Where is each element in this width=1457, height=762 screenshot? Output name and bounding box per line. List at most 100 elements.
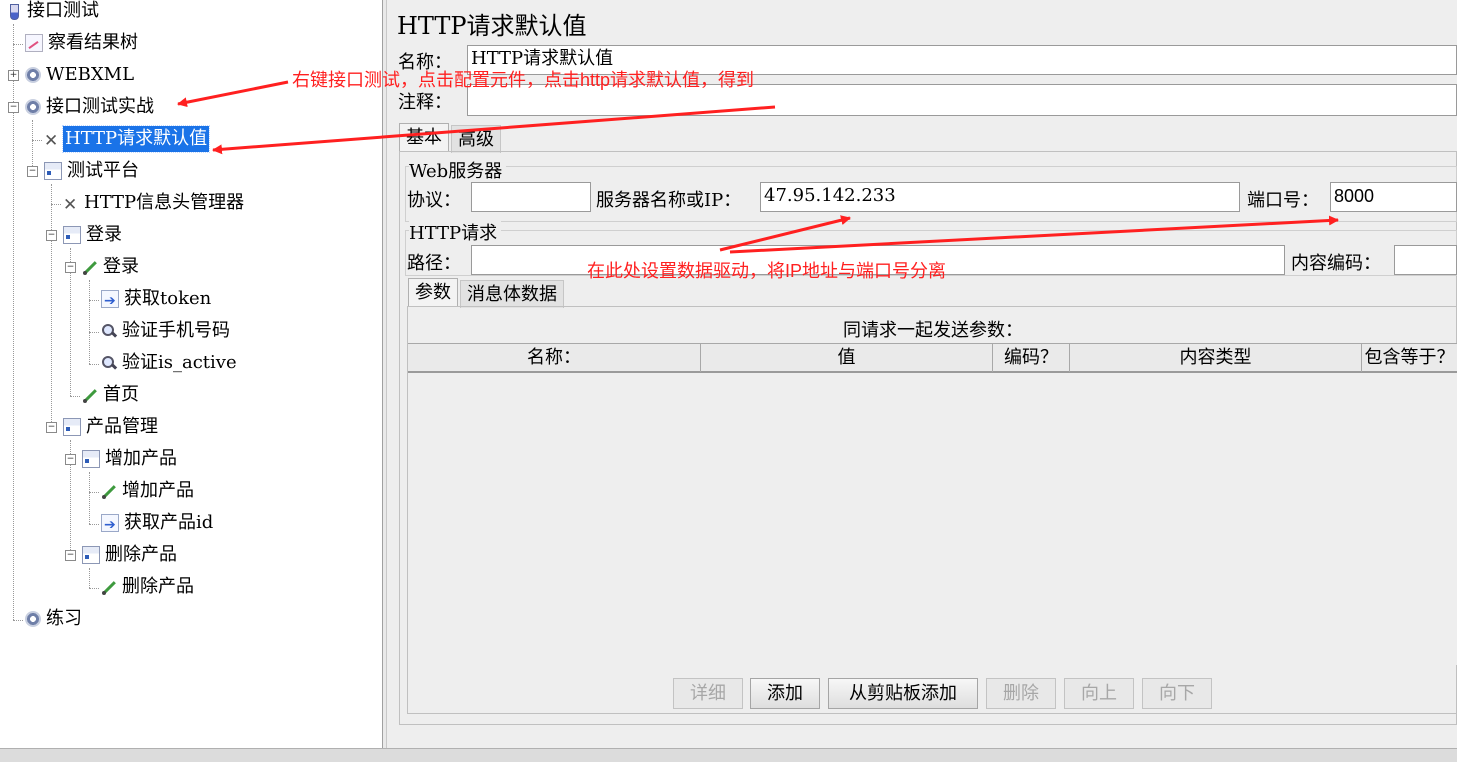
server-ip-field[interactable]: 47.95.142.233: [760, 182, 1240, 212]
protocol-field[interactable]: [471, 182, 591, 212]
tree-connector: [89, 568, 90, 588]
tree-node-label: 获取token: [124, 288, 212, 309]
tree-connector: [89, 524, 99, 525]
tree-node-get-product-id[interactable]: 获取产品id: [101, 510, 215, 538]
pipette-icon: [82, 387, 98, 403]
tree-node-view-results-tree[interactable]: 察看结果树: [25, 30, 140, 56]
tree-node-test-platform[interactable]: 测试平台: [44, 158, 141, 184]
column-header-value[interactable]: 值: [701, 344, 993, 372]
magnifier-icon: [101, 355, 117, 371]
thread-group-icon: [44, 162, 62, 180]
details-button[interactable]: 详细: [673, 678, 743, 709]
tree-node-webxml[interactable]: WEBXML: [25, 62, 136, 88]
annotation-note-data-driven: 在此处设置数据驱动，将IP地址与端口号分离: [587, 261, 947, 281]
tree-connector: [13, 44, 23, 45]
config-panel: HTTP请求默认值 名称： HTTP请求默认值 注释： 基本 高级 Web服务器…: [387, 0, 1457, 748]
tree-connector: [89, 280, 90, 364]
column-header-content-type[interactable]: 内容类型: [1070, 344, 1362, 372]
tree-node-verify-phone[interactable]: 验证手机号码: [101, 318, 232, 344]
tree-connector: [89, 472, 90, 524]
tree-node-delete-product-group[interactable]: 删除产品: [82, 542, 179, 568]
tree-node-login-group[interactable]: 登录: [63, 222, 124, 248]
tree-node-http-request-defaults[interactable]: HTTP请求默认值: [44, 125, 211, 154]
tree-connector: [51, 204, 61, 205]
flask-icon: [6, 3, 22, 20]
magnifier-icon: [101, 323, 117, 339]
params-caption: 同请求一起发送参数：: [843, 320, 1023, 341]
pipette-icon: [101, 483, 117, 499]
tab-parameters[interactable]: 参数: [408, 278, 458, 306]
tree-node-add-product-group[interactable]: 增加产品: [82, 446, 179, 472]
post-processor-icon: [101, 512, 119, 538]
tree-node-label: WEBXML: [46, 64, 135, 85]
tree-connector: [70, 396, 80, 397]
tree-node-label: 首页: [103, 384, 139, 405]
delete-button[interactable]: 删除: [986, 678, 1056, 709]
tree-node-product-management[interactable]: 产品管理: [63, 414, 160, 440]
collapse-toggle-icon[interactable]: −: [46, 230, 57, 241]
collapse-toggle-icon[interactable]: −: [65, 550, 76, 561]
tree-connector: [13, 620, 23, 621]
tree-node-delete-product-sampler[interactable]: 删除产品: [101, 574, 196, 600]
tree-node-label: 删除产品: [105, 544, 177, 565]
thread-group-icon: [63, 226, 81, 244]
tool-icon: [44, 128, 60, 154]
tab-basic[interactable]: 基本: [399, 123, 449, 151]
test-plan-tree: + − − − − − − − 接口测试 察看结果树 WEBXML 接口测试实战…: [0, 0, 382, 748]
tree-connector: [89, 364, 99, 365]
gear-icon: [25, 99, 41, 115]
tree-node-label: 增加产品: [105, 448, 177, 469]
gear-icon: [25, 67, 41, 83]
add-from-clipboard-button[interactable]: 从剪贴板添加: [828, 678, 978, 709]
tool-icon: [63, 192, 79, 218]
tree-node-label: 登录: [86, 224, 122, 245]
params-table-body[interactable]: [408, 373, 1457, 665]
tree-node-login-sampler[interactable]: 登录: [82, 254, 141, 280]
tree-connector: [89, 300, 99, 301]
tree-connector: [51, 184, 52, 428]
column-header-encode[interactable]: 编码？: [993, 344, 1070, 372]
tree-node-practice[interactable]: 练习: [25, 606, 84, 632]
tree-node-label: 删除产品: [122, 576, 194, 597]
collapse-toggle-icon[interactable]: −: [65, 454, 76, 465]
collapse-toggle-icon[interactable]: −: [8, 102, 19, 113]
expand-toggle-icon[interactable]: +: [8, 70, 19, 81]
tree-node-label: 测试平台: [67, 160, 139, 181]
tree-node-interface-practice[interactable]: 接口测试实战: [25, 94, 156, 120]
tree-node-add-product-sampler[interactable]: 增加产品: [101, 478, 196, 504]
tree-node-label: 验证手机号码: [122, 320, 230, 341]
collapse-toggle-icon[interactable]: −: [65, 262, 76, 273]
collapse-toggle-icon[interactable]: −: [27, 166, 38, 177]
params-table-header: 名称： 值 编码？ 内容类型 包含等于？: [408, 343, 1457, 373]
annotation-note-right-click: 右键接口测试，点击配置元件，点击http请求默认值，得到: [292, 70, 755, 90]
move-up-button[interactable]: 向上: [1064, 678, 1134, 709]
post-processor-icon: [101, 288, 119, 314]
tree-node-label: 接口测试: [27, 0, 99, 21]
tab-body-data[interactable]: 消息体数据: [460, 280, 564, 308]
pipette-icon: [82, 259, 98, 275]
tree-node-label: 登录: [103, 256, 139, 277]
content-encoding-field[interactable]: [1394, 245, 1457, 275]
collapse-toggle-icon[interactable]: −: [46, 422, 57, 433]
move-down-button[interactable]: 向下: [1142, 678, 1212, 709]
tree-node-verify-is-active[interactable]: 验证is_active: [101, 350, 239, 376]
tree-node-label: 增加产品: [122, 480, 194, 501]
tree-node-get-token[interactable]: 获取token: [101, 286, 213, 314]
add-button[interactable]: 添加: [750, 678, 820, 709]
tree-node-label: HTTP请求默认值: [61, 125, 211, 153]
http-request-title: HTTP请求: [409, 219, 502, 245]
tree-node-label: 验证is_active: [122, 352, 237, 373]
column-header-include-equals[interactable]: 包含等于？: [1362, 344, 1457, 372]
tree-node-header-manager[interactable]: HTTP信息头管理器: [63, 190, 246, 218]
tree-node-label: HTTP信息头管理器: [84, 192, 245, 213]
column-header-name[interactable]: 名称：: [408, 344, 701, 372]
status-bar: [0, 748, 1457, 762]
tab-advanced[interactable]: 高级: [451, 125, 501, 153]
tree-node-test-plan[interactable]: 接口测试: [6, 0, 101, 24]
tree-node-label: 获取产品id: [124, 512, 214, 533]
protocol-label: 协议：: [407, 190, 461, 211]
pipette-icon: [101, 579, 117, 595]
port-field[interactable]: 8000: [1330, 182, 1457, 212]
tree-node-home[interactable]: 首页: [82, 382, 141, 408]
tree-connector: [89, 492, 99, 493]
